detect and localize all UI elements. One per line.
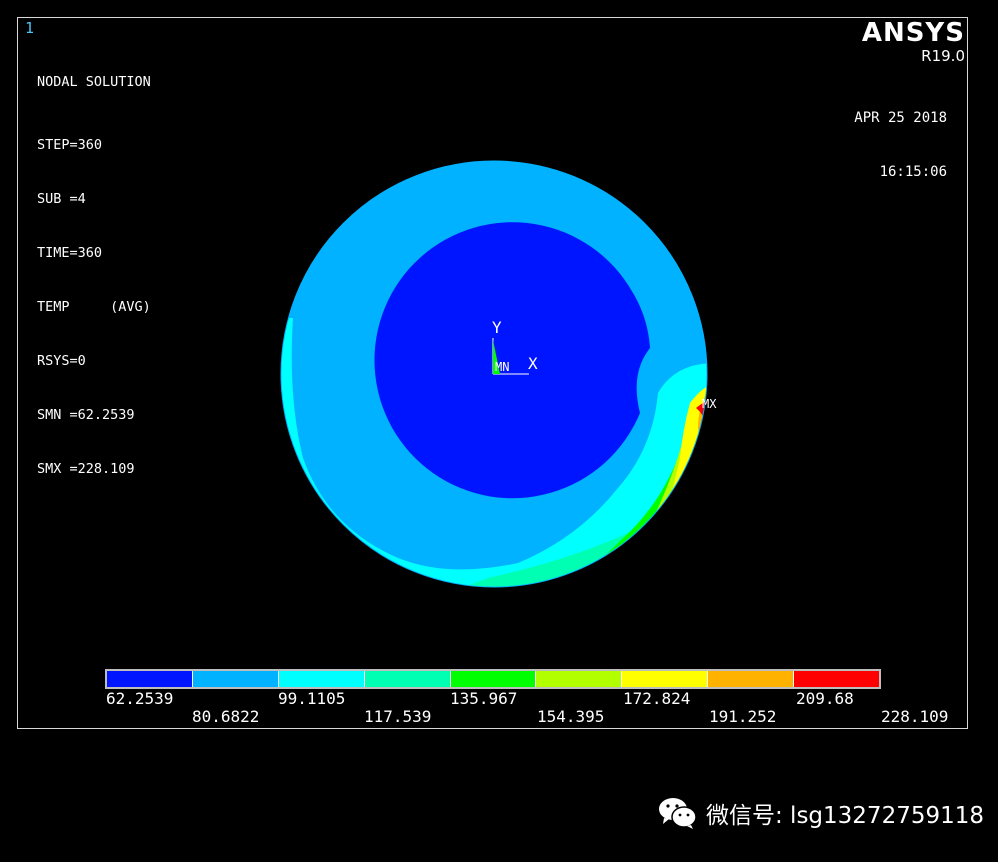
legend-tick-lower-2: 117.539 (364, 707, 432, 726)
legend-tick-upper-1: 62.2539 (106, 689, 174, 708)
legend-tick-upper-5: 209.68 (796, 689, 854, 708)
inner-core (374, 222, 650, 499)
legend-tick-lower-1: 80.6822 (192, 707, 260, 726)
legend-swatch-8 (707, 671, 794, 687)
triad-x-label: X (528, 354, 538, 373)
legend-swatch-9 (793, 671, 880, 687)
wechat-icon (659, 798, 697, 829)
legend-tick-lower-4: 191.252 (709, 707, 777, 726)
color-legend (105, 669, 881, 689)
legend-swatch-6 (535, 671, 622, 687)
legend-swatch-3 (277, 671, 364, 687)
legend-swatch-5 (449, 671, 536, 687)
legend-swatch-7 (621, 671, 708, 687)
legend-tick-lower-3: 154.395 (537, 707, 605, 726)
triad-y-label: Y (492, 318, 502, 337)
legend-tick-upper-2: 99.1105 (278, 689, 346, 708)
legend-tick-lower-5: 228.109 (881, 707, 949, 726)
watermark-text: 微信号: lsg13272759118 (706, 803, 984, 829)
contour-plot (280, 160, 708, 588)
wechat-watermark: 微信号: lsg13272759118 (658, 796, 984, 830)
mn-label: MN (495, 360, 510, 374)
legend-swatch-2 (191, 671, 278, 687)
legend-swatch-4 (363, 671, 450, 687)
legend-tick-upper-4: 172.824 (623, 689, 691, 708)
mx-label: MX (702, 397, 717, 411)
graphics-viewport[interactable]: 1 NODAL SOLUTION STEP=360 SUB =4 TIME=36… (17, 17, 968, 729)
legend-swatch-1 (107, 671, 192, 687)
legend-tick-upper-3: 135.967 (450, 689, 518, 708)
